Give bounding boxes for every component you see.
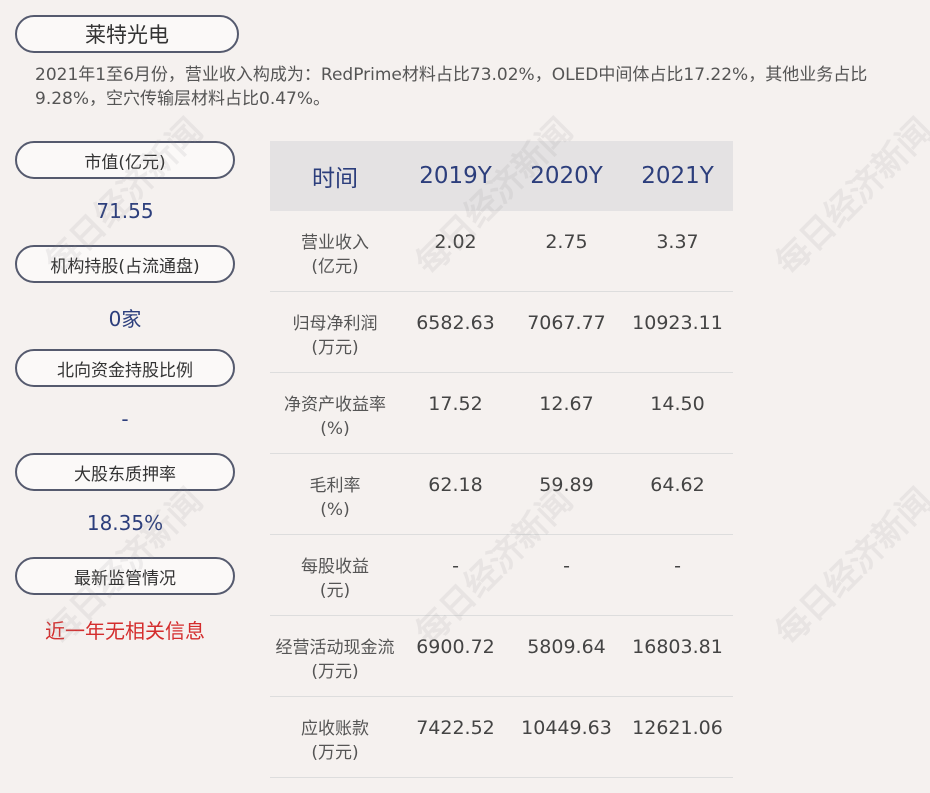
metric-label-institutional-holding: 机构持股(占流通盘) bbox=[15, 245, 235, 283]
metric-value-northbound-ratio: - bbox=[121, 407, 129, 431]
row-value: 12.67 bbox=[539, 393, 594, 415]
row-label-name: 营业收入 bbox=[301, 233, 369, 253]
row-label: 毛利率 (%) bbox=[270, 474, 400, 522]
metric-value-institutional-holding: 0家 bbox=[108, 307, 142, 331]
row-value: - bbox=[452, 555, 459, 577]
metric-value-market-cap: 71.55 bbox=[96, 199, 154, 223]
row-label: 经营活动现金流 (万元) bbox=[270, 636, 400, 684]
revenue-summary: 2021年1至6月份，营业收入构成为：RedPrime材料占比73.02%，OL… bbox=[35, 65, 868, 109]
header-2019: 2019Y bbox=[419, 163, 492, 189]
row-value: 2.02 bbox=[434, 231, 477, 253]
row-label-name: 归母净利润 bbox=[292, 314, 378, 334]
row-label-name: 经营活动现金流 bbox=[275, 638, 395, 658]
row-value: 7422.52 bbox=[416, 717, 495, 739]
metric-value-regulation: 近一年无相关信息 bbox=[45, 619, 205, 643]
row-label-unit: (元) bbox=[319, 581, 351, 601]
table-row: 经营活动现金流 (万元) 6900.72 5809.64 16803.81 bbox=[270, 616, 733, 697]
row-label: 营业收入 (亿元) bbox=[270, 231, 400, 279]
row-value: 10923.11 bbox=[632, 312, 723, 334]
watermark-text: 每日经济新闻 bbox=[768, 110, 930, 284]
row-label: 应收账款 (万元) bbox=[270, 717, 400, 765]
row-value: 16803.81 bbox=[632, 636, 723, 658]
row-value: 5809.64 bbox=[527, 636, 606, 658]
row-value: 3.37 bbox=[656, 231, 699, 253]
metric-label-market-cap: 市值(亿元) bbox=[15, 141, 235, 179]
row-label-unit: (%) bbox=[320, 500, 350, 520]
header-2020: 2020Y bbox=[530, 163, 603, 189]
row-value: 17.52 bbox=[428, 393, 483, 415]
metric-value-pledge-ratio: 18.35% bbox=[86, 511, 164, 535]
table-row: 应收账款 (万元) 7422.52 10449.63 12621.06 bbox=[270, 697, 733, 778]
table-row: 归母净利润 (万元) 6582.63 7067.77 10923.11 bbox=[270, 292, 733, 373]
row-label: 归母净利润 (万元) bbox=[270, 312, 400, 360]
company-name: 莱特光电 bbox=[15, 15, 239, 53]
row-value: 12621.06 bbox=[632, 717, 723, 739]
row-label-unit: (亿元) bbox=[311, 257, 359, 277]
row-value: 62.18 bbox=[428, 474, 483, 496]
row-label-unit: (万元) bbox=[311, 338, 359, 358]
row-label-name: 毛利率 bbox=[309, 476, 361, 496]
row-label-name: 每股收益 bbox=[301, 557, 369, 577]
watermark-text: 每日经济新闻 bbox=[768, 480, 930, 654]
header-time: 时间 bbox=[312, 166, 358, 192]
metric-label-northbound-ratio: 北向资金持股比例 bbox=[15, 349, 235, 387]
table-row: 毛利率 (%) 62.18 59.89 64.62 bbox=[270, 454, 733, 535]
table-body: 营业收入 (亿元) 2.02 2.75 3.37 归母净利润 (万元) 6582.63 7067… bbox=[270, 211, 733, 778]
row-value: - bbox=[674, 555, 681, 577]
row-value: 6900.72 bbox=[416, 636, 495, 658]
table-row: 营业收入 (亿元) 2.02 2.75 3.37 bbox=[270, 211, 733, 292]
financial-table: 时间 2019Y 2020Y 2021Y 营业收入 (亿元) 2.02 2.75 3.3… bbox=[270, 141, 733, 778]
table-header: 时间 2019Y 2020Y 2021Y bbox=[270, 141, 733, 211]
row-label-unit: (万元) bbox=[311, 662, 359, 682]
row-label-unit: (%) bbox=[320, 419, 350, 439]
row-label-name: 应收账款 bbox=[301, 719, 369, 739]
table-row: 每股收益 (元) - - - bbox=[270, 535, 733, 616]
row-value: 64.62 bbox=[650, 474, 705, 496]
row-value: 59.89 bbox=[539, 474, 594, 496]
row-value: - bbox=[563, 555, 570, 577]
row-label: 每股收益 (元) bbox=[270, 555, 400, 603]
row-label-unit: (万元) bbox=[311, 743, 359, 763]
metric-label-pledge-ratio: 大股东质押率 bbox=[15, 453, 235, 491]
row-label: 净资产收益率 (%) bbox=[270, 393, 400, 441]
row-value: 10449.63 bbox=[521, 717, 612, 739]
header-2021: 2021Y bbox=[641, 163, 714, 189]
table-row: 净资产收益率 (%) 17.52 12.67 14.50 bbox=[270, 373, 733, 454]
metric-label-regulation: 最新监管情况 bbox=[15, 557, 235, 595]
row-value: 14.50 bbox=[650, 393, 705, 415]
row-value: 7067.77 bbox=[527, 312, 606, 334]
row-label-name: 净资产收益率 bbox=[284, 395, 386, 415]
row-value: 6582.63 bbox=[416, 312, 495, 334]
row-value: 2.75 bbox=[545, 231, 588, 253]
